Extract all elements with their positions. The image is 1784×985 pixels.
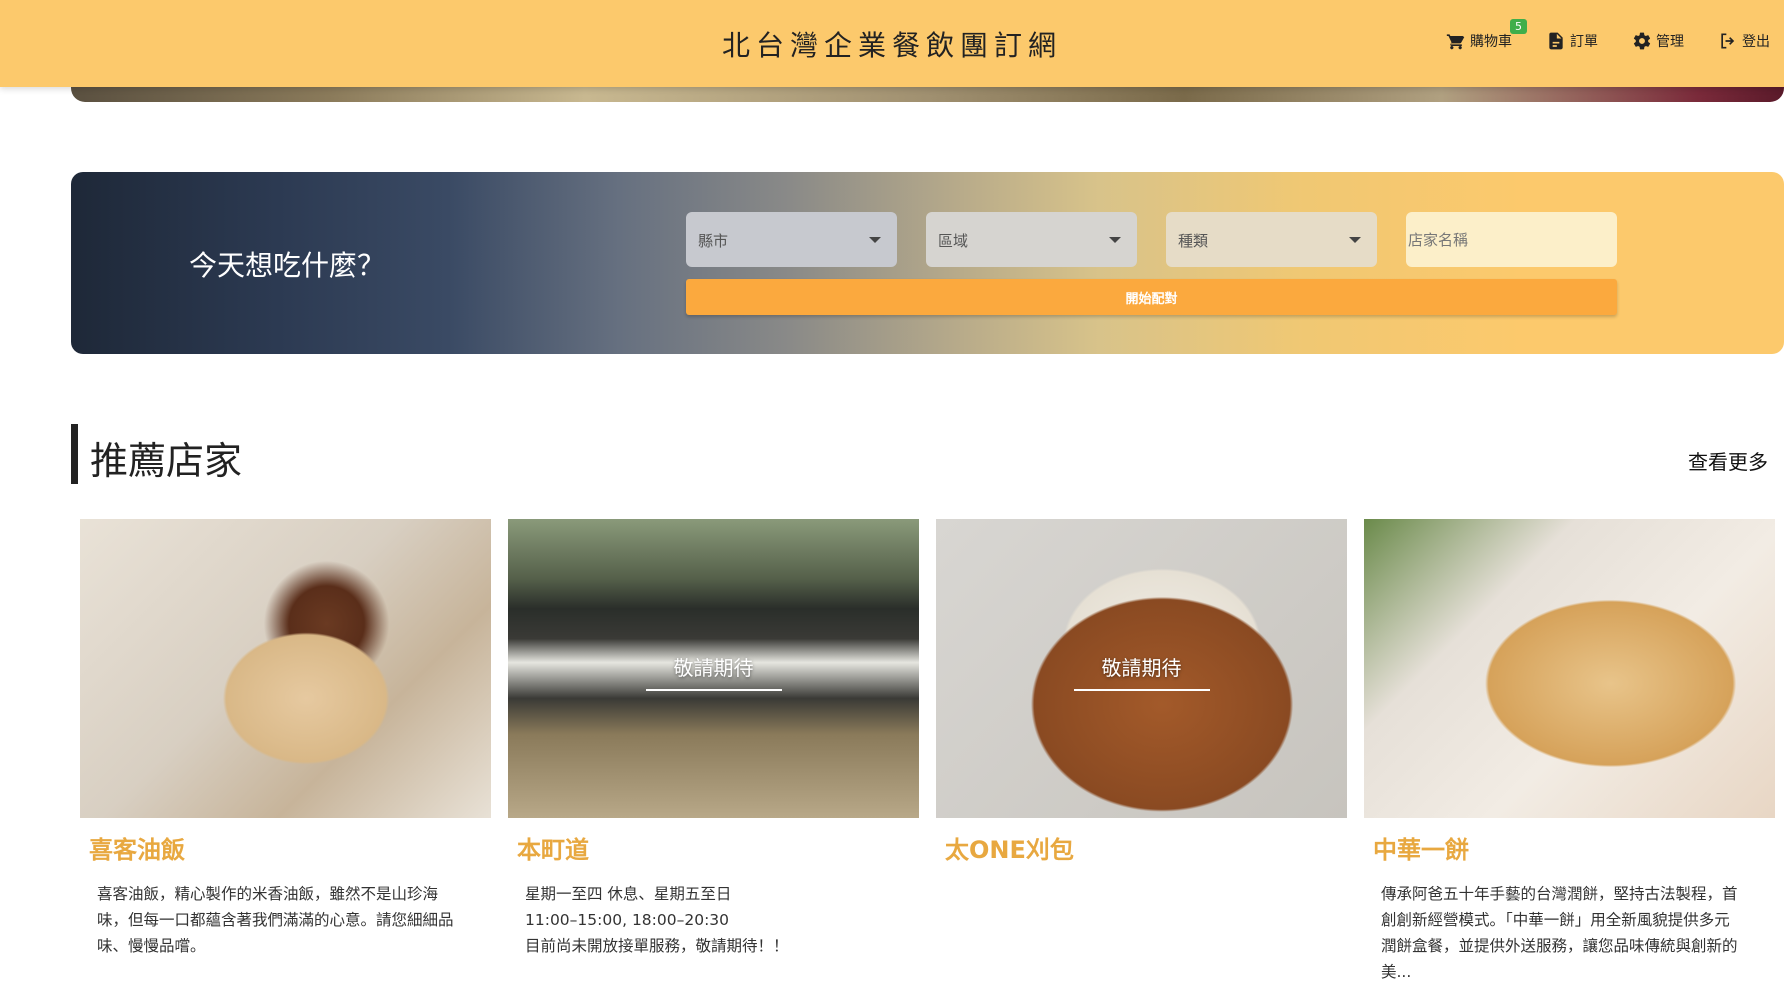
- store-image[interactable]: [1364, 519, 1775, 818]
- cart-icon: [1446, 34, 1465, 50]
- logout-icon: [1721, 33, 1735, 49]
- section-accent-bar: [71, 424, 78, 484]
- gear-icon: [1633, 32, 1651, 50]
- store-card[interactable]: 中華一餅 傳承阿爸五十年手藝的台灣潤餅，堅持古法製程，首 創創新經營模式。「中華…: [1364, 519, 1775, 985]
- top-header: 北台灣企業餐飲團訂網 購物車 5 訂單 管理 登出: [0, 0, 1784, 87]
- oil-rice-photo: [80, 519, 491, 818]
- store-image[interactable]: [80, 519, 491, 818]
- store-description: 星期一至四 休息、星期五至日 11:00–15:00, 18:00–20:30 …: [525, 885, 789, 955]
- store-description: 喜客油飯，精心製作的米香油飯，雖然不是山珍海 味，但每一口都蘊含著我們滿滿的心意…: [97, 885, 454, 955]
- logout-link[interactable]: 登出: [1718, 31, 1770, 51]
- chevron-down-icon: [1109, 237, 1121, 243]
- store-card[interactable]: 敬請期待 本町道 星期一至四 休息、星期五至日 11:00–15:00, 18:…: [508, 519, 919, 959]
- document-icon: [1549, 32, 1563, 50]
- logout-label: 登出: [1742, 34, 1770, 50]
- coming-soon-label: 敬請期待: [1073, 652, 1210, 691]
- cart-link[interactable]: 購物車 5: [1446, 19, 1527, 51]
- chevron-down-icon: [869, 237, 881, 243]
- district-select[interactable]: 區域: [926, 212, 1137, 267]
- cart-label: 購物車: [1470, 34, 1512, 50]
- store-name[interactable]: 太ONE刈包: [945, 830, 1347, 865]
- store-description: 傳承阿爸五十年手藝的台灣潤餅，堅持古法製程，首 創創新經營模式。「中華一餅」用全…: [1381, 885, 1738, 981]
- store-name-input[interactable]: [1406, 212, 1617, 267]
- chevron-down-icon: [1349, 237, 1361, 243]
- store-card[interactable]: 喜客油飯 喜客油飯，精心製作的米香油飯，雖然不是山珍海 味，但每一口都蘊含著我們…: [80, 519, 491, 959]
- store-card[interactable]: 敬請期待 太ONE刈包: [936, 519, 1347, 881]
- cart-count-badge: 5: [1510, 19, 1527, 34]
- category-select-placeholder: 種類: [1178, 232, 1209, 250]
- search-title: 今天想吃什麼？: [189, 249, 386, 282]
- store-name[interactable]: 喜客油飯: [89, 830, 491, 865]
- city-select-placeholder: 縣市: [698, 232, 729, 250]
- see-more-link[interactable]: 查看更多: [1688, 446, 1768, 475]
- district-select-placeholder: 區域: [938, 232, 969, 250]
- store-name[interactable]: 本町道: [517, 830, 919, 865]
- orders-link[interactable]: 訂單: [1546, 31, 1598, 51]
- category-select[interactable]: 種類: [1166, 212, 1377, 267]
- spring-roll-photo: [1364, 519, 1775, 818]
- coming-soon-label: 敬請期待: [645, 652, 782, 691]
- start-match-button[interactable]: 開始配對: [686, 279, 1617, 315]
- search-banner: 今天想吃什麼？ 縣市 區域 種類 開始配對: [71, 172, 1784, 354]
- coming-soon-overlay: 敬請期待: [936, 652, 1347, 691]
- orders-label: 訂單: [1570, 34, 1598, 50]
- store-image[interactable]: 敬請期待: [936, 519, 1347, 818]
- admin-link[interactable]: 管理: [1632, 31, 1684, 51]
- store-name[interactable]: 中華一餅: [1373, 830, 1775, 865]
- store-image[interactable]: 敬請期待: [508, 519, 919, 818]
- admin-label: 管理: [1656, 34, 1684, 50]
- top-nav: 購物車 5 訂單 管理 登出: [1446, 19, 1770, 51]
- city-select[interactable]: 縣市: [686, 212, 897, 267]
- section-title: 推薦店家: [90, 439, 243, 483]
- coming-soon-overlay: 敬請期待: [508, 652, 919, 691]
